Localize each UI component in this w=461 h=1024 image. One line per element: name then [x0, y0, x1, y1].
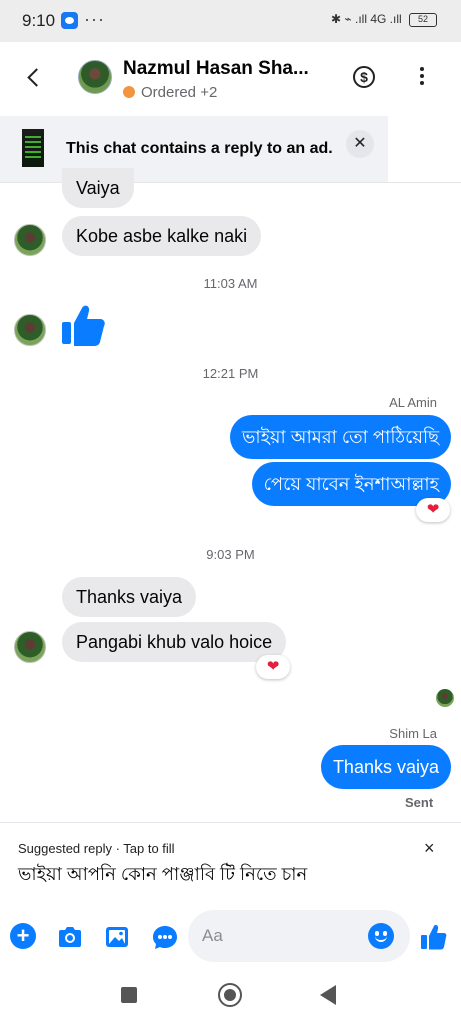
order-status-extra: +2	[200, 84, 218, 101]
emoji-icon[interactable]	[368, 923, 394, 949]
status-time: 9:10	[22, 11, 56, 30]
plus-icon[interactable]: +	[10, 923, 36, 949]
contact-name[interactable]: Nazmul Hasan Sha...	[123, 58, 309, 80]
system-navigation-bar	[0, 966, 461, 1024]
message-input[interactable]: Aa	[188, 910, 410, 962]
camera-icon[interactable]	[56, 923, 84, 951]
suggested-reply-header: Suggested reply · Tap to fill	[18, 841, 175, 856]
message-bubble-outgoing[interactable]: ভাইয়া আমরা তো পাঠিয়েছি	[229, 415, 451, 459]
status-icons: ✱ ⌁ .ıll 4G .ıll 52	[331, 12, 437, 27]
contact-avatar-small[interactable]	[14, 224, 46, 256]
battery-icon: 52	[409, 12, 437, 27]
message-timestamp: 12:21 PM	[202, 366, 259, 381]
back-icon[interactable]	[320, 985, 336, 1005]
ad-reply-banner: This chat contains a reply to an ad.	[0, 116, 388, 182]
contact-avatar-small[interactable]	[14, 314, 46, 346]
heart-reaction-icon[interactable]: ❤	[256, 655, 290, 679]
order-status[interactable]: Ordered +2	[123, 84, 217, 101]
network-icons: ✱ ⌁ .ıll 4G .ıll	[331, 12, 402, 26]
sender-name: Shim La	[389, 726, 437, 741]
ad-banner-close-button[interactable]: ✕	[346, 130, 374, 158]
order-status-dot	[123, 86, 135, 98]
message-timestamp: 9:03 PM	[206, 547, 255, 562]
chat-bubble-icon[interactable]	[151, 923, 179, 951]
order-status-label: Ordered	[141, 84, 197, 101]
sent-status: Sent	[405, 795, 434, 810]
recent-apps-icon[interactable]	[121, 987, 137, 1003]
message-bubble-incoming[interactable]: Thanks vaiya	[62, 577, 197, 617]
read-receipt-avatar	[436, 689, 454, 707]
message-bubble-incoming[interactable]: Pangabi khub valo hoice	[62, 622, 287, 662]
sender-name: AL Amin	[389, 395, 437, 410]
payment-dollar-icon[interactable]: $	[353, 66, 375, 88]
contact-avatar[interactable]	[78, 60, 112, 94]
back-arrow-icon[interactable]	[24, 62, 46, 92]
message-timestamp: 11:03 AM	[203, 276, 258, 291]
chat-header: Nazmul Hasan Sha... Ordered +2 $	[0, 42, 461, 114]
message-input-placeholder: Aa	[202, 926, 223, 945]
messenger-notification-icon	[61, 12, 78, 29]
heart-reaction-icon[interactable]: ❤	[416, 498, 450, 522]
suggested-reply-text[interactable]: ভাইয়া আপনি কোন পাঞ্জাবি টি নিতে চান	[18, 860, 307, 891]
home-icon[interactable]	[218, 983, 242, 1007]
status-bar: 9:10 ··· ✱ ⌁ .ıll 4G .ıll 52	[0, 0, 461, 42]
more-notifications-indicator: ···	[84, 9, 105, 29]
like-icon[interactable]	[419, 923, 447, 951]
suggested-reply-close-icon[interactable]: ×	[424, 838, 435, 859]
suggested-reply-divider	[0, 822, 461, 823]
message-bubble-outgoing[interactable]: Thanks vaiya	[320, 745, 451, 789]
gallery-icon[interactable]	[103, 923, 131, 951]
ad-banner-text: This chat contains a reply to an ad.	[66, 140, 333, 157]
contact-avatar-small[interactable]	[14, 631, 46, 663]
more-options-icon[interactable]	[418, 65, 426, 91]
message-bubble-incoming[interactable]: Kobe asbe kalke naki	[62, 216, 262, 256]
thumbs-up-icon[interactable]	[60, 302, 106, 348]
ad-thumbnail[interactable]	[22, 129, 44, 167]
message-bubble-incoming[interactable]: Vaiya	[62, 168, 134, 208]
